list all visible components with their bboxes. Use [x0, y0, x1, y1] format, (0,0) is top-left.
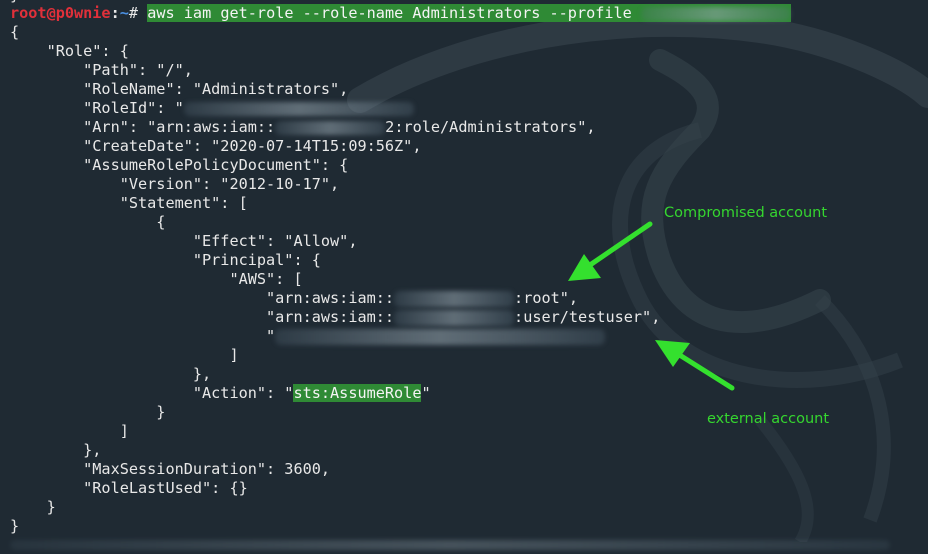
redacted-role-id: [183, 101, 414, 116]
json-line: "Statement": [: [10, 194, 248, 212]
json-line: "Version": "2012-10-17",: [10, 175, 340, 193]
json-line: },: [10, 441, 102, 459]
command-prompt-line: root@p0wnie:~# aws iam get-role --role-n…: [10, 4, 791, 23]
json-line: "RoleLastUsed": {}: [10, 479, 248, 497]
json-line-principal-external: ": [10, 327, 606, 346]
json-line: "AssumeRolePolicyDocument": {: [10, 156, 349, 174]
json-line-principal-root: "arn:aws:iam:::root",: [10, 289, 579, 307]
prompt-user-host: root@p0wnie: [10, 4, 111, 22]
redacted-account-id: [394, 309, 515, 326]
prompt-symbol: #: [128, 4, 148, 22]
action-highlight: sts:AssumeRole: [293, 384, 422, 402]
json-line: },: [10, 365, 212, 383]
json-line: "AWS": [: [10, 270, 303, 288]
json-line: }: [10, 498, 56, 516]
prompt-path: ~: [119, 4, 129, 22]
redacted-profile: [640, 6, 791, 21]
json-line-principal-user: "arn:aws:iam:::user/testuser",: [10, 308, 661, 326]
redacted-account-id: [394, 290, 515, 307]
json-line: {: [10, 23, 20, 41]
json-line: "MaxSessionDuration": 3600,: [10, 460, 331, 478]
annotation-external-account: external account: [707, 411, 830, 427]
json-line-arn: "Arn": "arn:aws:iam:: 2:role/Administrato…: [10, 118, 596, 136]
json-line: "Effect": "Allow",: [10, 232, 358, 250]
annotation-compromised-account: Compromised account: [664, 205, 828, 221]
json-line: ]: [10, 346, 239, 364]
json-line: "Role": {: [10, 42, 129, 60]
cutoff-line-text: [10, 539, 890, 550]
json-line: ]: [10, 422, 129, 440]
command-text[interactable]: aws iam get-role --role-name Administrat…: [147, 4, 791, 22]
json-line: }: [10, 403, 166, 421]
json-line: "Principal": {: [10, 251, 321, 269]
redacted-external-arn: [275, 328, 606, 345]
json-line-action: "Action": "sts:AssumeRole": [10, 384, 431, 402]
json-line: "Path": "/",: [10, 61, 193, 79]
json-line-roleid: "RoleId": ": [10, 99, 414, 118]
terminal-window[interactable]: } root@p0wnie:~# aws iam get-role --role…: [0, 0, 928, 550]
next-prompt-line: [10, 535, 890, 554]
prompt-separator: :: [110, 4, 120, 22]
json-line: "CreateDate": "2020-07-14T15:09:56Z",: [10, 137, 422, 155]
redacted-account-id: [275, 120, 386, 135]
json-line: {: [10, 213, 166, 231]
json-line: "RoleName": "Administrators",: [10, 80, 349, 98]
json-line: }: [10, 517, 20, 535]
